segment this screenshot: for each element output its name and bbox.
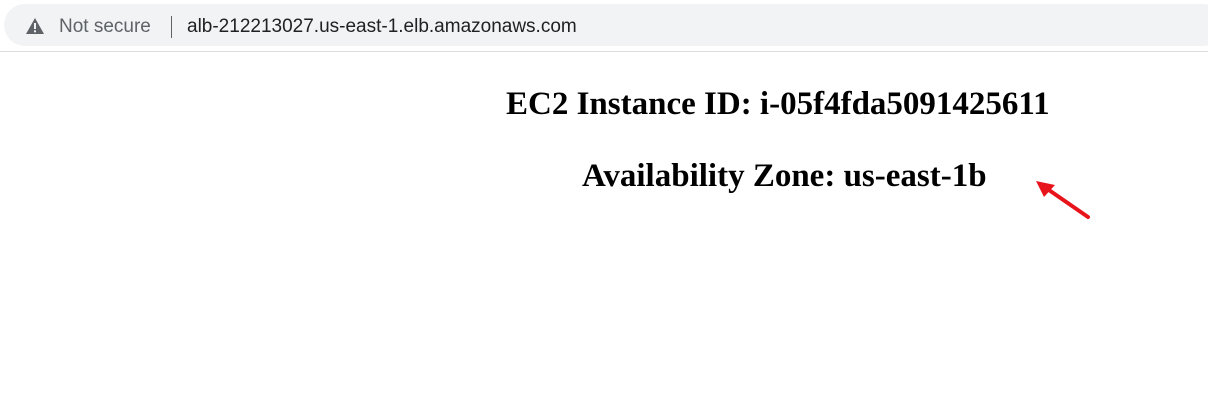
page-content: EC2 Instance ID: i-05f4fda5091425611 Ava… (0, 53, 1208, 400)
address-bar[interactable]: Not secure alb-212213027.us-east-1.elb.a… (4, 4, 1208, 46)
security-status-label[interactable]: Not secure (59, 15, 151, 39)
availability-zone-heading: Availability Zone: us-east-1b (582, 158, 987, 194)
omnibox-divider (171, 16, 172, 38)
instance-id-heading: EC2 Instance ID: i-05f4fda5091425611 (506, 86, 1050, 122)
url-text[interactable]: alb-212213027.us-east-1.elb.amazonaws.co… (187, 15, 577, 39)
red-arrow-icon (1036, 181, 1090, 219)
warning-triangle-icon[interactable] (26, 18, 44, 34)
browser-toolbar: Not secure alb-212213027.us-east-1.elb.a… (0, 0, 1208, 52)
